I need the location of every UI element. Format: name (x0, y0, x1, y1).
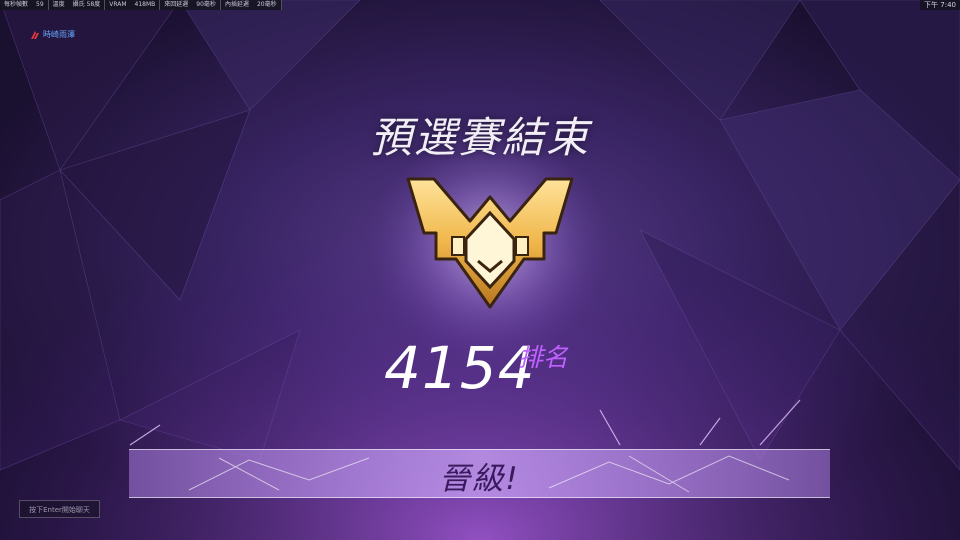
promotion-banner: 晉級! (129, 449, 830, 498)
map-label: 時崎雨澤 (43, 30, 75, 39)
rank-number: 4154 (384, 334, 536, 402)
hud-temperature: 溫度 攝氏 58度 (49, 0, 106, 10)
page-title: 預選賽結束 (369, 113, 590, 162)
map-name: 時崎雨澤 (30, 29, 75, 40)
promotion-text: 晉級! (439, 461, 520, 497)
hud-rtt: 來回延遲 90毫秒 (160, 0, 221, 10)
clock: 下午 7:40 (920, 0, 960, 10)
chat-input-hint[interactable]: 按下Enter開始聊天 (19, 500, 100, 518)
hud-interp: 內插延遲 20毫秒 (221, 0, 282, 10)
hud-fps: 每秒幀數 59 (0, 0, 49, 10)
map-marker-icon (31, 30, 39, 39)
rank-label: 排名 (518, 343, 569, 372)
hud-vram: VRAM 418MB (105, 0, 161, 10)
performance-hud: 每秒幀數 59 溫度 攝氏 58度 VRAM 418MB 來回延遲 90毫秒 內插延遲 2… (0, 0, 282, 10)
grandmaster-emblem-icon (406, 177, 574, 309)
